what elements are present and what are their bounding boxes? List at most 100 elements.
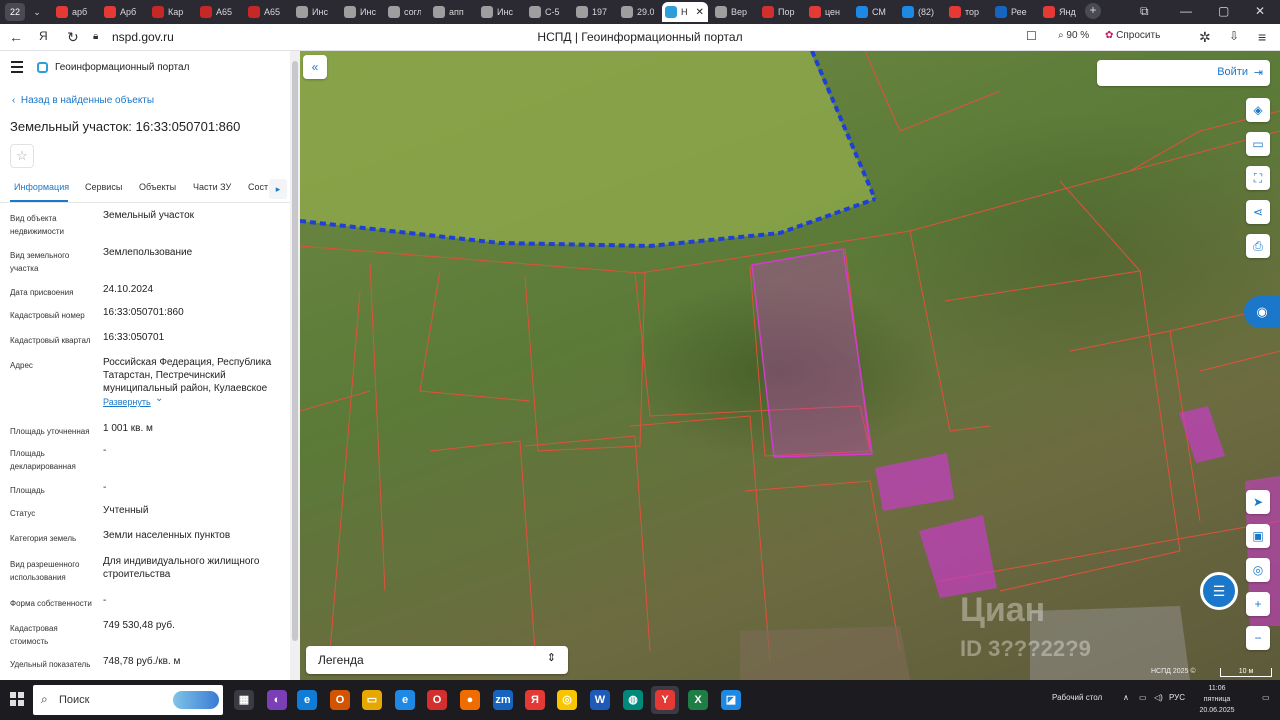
browser-tab[interactable]: апп xyxy=(430,2,466,22)
parcel-highlight[interactable] xyxy=(875,453,954,511)
zoom-out-button[interactable]: − xyxy=(1246,626,1270,650)
new-tab-button[interactable]: + xyxy=(1085,3,1101,19)
sidebar-tab[interactable]: Информация xyxy=(14,182,69,192)
browser-tab[interactable]: 29.0 xyxy=(618,2,654,22)
browser-tab[interactable]: Инс xyxy=(293,2,329,22)
hamburger-menu-icon[interactable] xyxy=(11,61,23,73)
url-text[interactable]: nspd.gov.ru xyxy=(112,30,174,44)
sidebar-tab[interactable]: Сост xyxy=(248,182,268,192)
desktop-label[interactable]: Рабочий стол xyxy=(1052,693,1102,702)
back-to-results-link[interactable]: ‹ Назад в найденные объекты xyxy=(12,95,154,106)
downloads-icon[interactable]: ⇩ xyxy=(1229,29,1239,43)
maximize-button[interactable]: ▢ xyxy=(1218,4,1229,18)
browser-tab[interactable]: 197 xyxy=(573,2,609,22)
tray-chevron-icon[interactable]: ∧ xyxy=(1123,693,1129,702)
volume-icon[interactable]: ◁) xyxy=(1154,693,1163,702)
share-icon[interactable]: ⋖ xyxy=(1246,200,1270,224)
expand-address-link[interactable]: Развернуть xyxy=(103,396,283,409)
parcel-highlight[interactable] xyxy=(919,515,997,598)
zoom-in-button[interactable]: + xyxy=(1246,592,1270,616)
minimize-button[interactable]: — xyxy=(1180,4,1192,18)
taskbar-app-icon[interactable]: O xyxy=(326,686,354,714)
sidebar-tab[interactable]: Сервисы xyxy=(85,182,122,192)
zoom-level[interactable]: ⌕ 90 % xyxy=(1058,30,1089,41)
menu-icon[interactable]: ≡ xyxy=(1258,29,1266,45)
yandex-icon[interactable]: Я xyxy=(39,29,48,43)
legend-dropdown[interactable]: Легенда ⇕ xyxy=(306,646,568,674)
browser-tab[interactable]: Кар xyxy=(149,2,185,22)
taskbar-app-icon[interactable]: e xyxy=(391,686,419,714)
taskbar-app-icon[interactable]: ▭ xyxy=(358,686,386,714)
chat-icon[interactable]: ☰ xyxy=(1200,572,1238,610)
taskbar-app-icon[interactable]: ◍ xyxy=(619,686,647,714)
close-tab-icon[interactable]: ✕ xyxy=(696,7,704,18)
geolocation-icon[interactable]: ◎ xyxy=(1246,558,1270,582)
browser-tab[interactable]: Арб xyxy=(101,2,137,22)
browser-tab[interactable]: согл xyxy=(385,2,421,22)
sidebar-scrollbar[interactable] xyxy=(290,51,300,680)
browser-tab[interactable]: Вер xyxy=(712,2,748,22)
ask-button[interactable]: ✿ Спросить xyxy=(1101,28,1164,43)
taskbar-app-icon[interactable]: ◎ xyxy=(553,686,581,714)
taskbar-app-icon[interactable]: O xyxy=(423,686,451,714)
browser-tab[interactable]: Янд xyxy=(1040,2,1076,22)
sidebar-scroll-thumb[interactable] xyxy=(292,61,298,641)
browser-tab[interactable]: Н ✕ xyxy=(662,2,708,22)
windows-start-icon[interactable] xyxy=(10,692,24,706)
language-indicator[interactable]: РУС xyxy=(1169,693,1185,702)
close-window-button[interactable]: ✕ xyxy=(1255,4,1265,18)
reload-icon[interactable]: ↻ xyxy=(67,29,79,46)
minimap-icon[interactable]: ▣ xyxy=(1246,524,1270,548)
browser-tab[interactable]: СМ xyxy=(853,2,889,22)
sidebar-tab[interactable]: Части ЗУ xyxy=(193,182,231,192)
select-area-icon[interactable]: ⛶ xyxy=(1246,166,1270,190)
browser-tab[interactable]: арб xyxy=(53,2,89,22)
taskbar-app-icon[interactable]: ● xyxy=(456,686,484,714)
taskbar-app-icon[interactable]: ◪ xyxy=(717,686,745,714)
browser-tab[interactable]: С-5 xyxy=(526,2,562,22)
print-icon[interactable]: ⎙ xyxy=(1246,234,1270,258)
tab-list-button[interactable]: ⌄ xyxy=(28,2,46,22)
map-view[interactable]: « Войти ⇥ ◈ ▭ ⛶ ⋖ ⎙ ◉ ➤ ▣ ◎ + − ☰ Легенд… xyxy=(300,51,1280,680)
notifications-icon[interactable]: ▭ xyxy=(1262,693,1270,702)
tab-counter[interactable]: 22 xyxy=(5,3,25,21)
object-tabs: Информация Сервисы Объекты Части ЗУ Сост ▸ xyxy=(0,179,290,203)
selected-parcel[interactable] xyxy=(751,248,873,458)
taskbar-app-icon[interactable]: ▦ xyxy=(230,686,258,714)
tabs-scroll-right-button[interactable]: ▸ xyxy=(269,179,287,199)
browser-tab[interactable]: Рее xyxy=(992,2,1028,22)
taskbar-app-icon[interactable]: ◐ xyxy=(263,686,291,714)
browser-tab[interactable]: Пор xyxy=(759,2,795,22)
browser-tab[interactable]: Инс xyxy=(478,2,514,22)
browser-tab[interactable]: (82) xyxy=(899,2,935,22)
app-glyph-icon: ● xyxy=(460,690,480,710)
network-icon[interactable]: ▭ xyxy=(1139,693,1147,702)
browser-tab[interactable]: тор xyxy=(946,2,982,22)
bookmark-icon[interactable]: ☐ xyxy=(1026,29,1037,43)
browser-tab[interactable]: Инс xyxy=(341,2,377,22)
browser-tab[interactable]: А65 xyxy=(197,2,233,22)
taskbar-app-icon[interactable]: e xyxy=(293,686,321,714)
taskbar-search[interactable]: ⌕ Поиск xyxy=(33,685,223,715)
browser-tab[interactable]: цен xyxy=(806,2,842,22)
extension-icon[interactable]: ✲ xyxy=(1199,29,1211,46)
taskbar-app-icon[interactable]: zm xyxy=(489,686,517,714)
taskbar-app-icon[interactable]: Y xyxy=(651,686,679,714)
taskbar-app-icon[interactable]: X xyxy=(684,686,712,714)
locate-icon[interactable]: ➤ xyxy=(1246,490,1270,514)
back-arrow-icon[interactable]: ← xyxy=(9,29,23,45)
collapse-sidebar-button[interactable]: « xyxy=(303,55,327,79)
layers-icon[interactable]: ◈ xyxy=(1246,98,1270,122)
collections-icon[interactable]: ⧉ xyxy=(1140,4,1149,19)
assistant-badge-icon[interactable]: ◉ xyxy=(1244,296,1280,328)
favorite-star-icon[interactable]: ☆ xyxy=(10,144,34,168)
browser-tab[interactable]: А65 xyxy=(245,2,281,22)
clock[interactable]: 11:06 пятница 20.06.2025 xyxy=(1193,683,1241,716)
login-button[interactable]: Войти ⇥ xyxy=(1097,60,1270,86)
property-value: 16:33:050701:860 xyxy=(103,307,184,318)
ruler-icon[interactable]: ▭ xyxy=(1246,132,1270,156)
taskbar-app-icon[interactable]: Я xyxy=(521,686,549,714)
chevron-down-icon[interactable]: ⌄ xyxy=(155,393,163,404)
sidebar-tab[interactable]: Объекты xyxy=(139,182,176,192)
taskbar-app-icon[interactable]: W xyxy=(586,686,614,714)
